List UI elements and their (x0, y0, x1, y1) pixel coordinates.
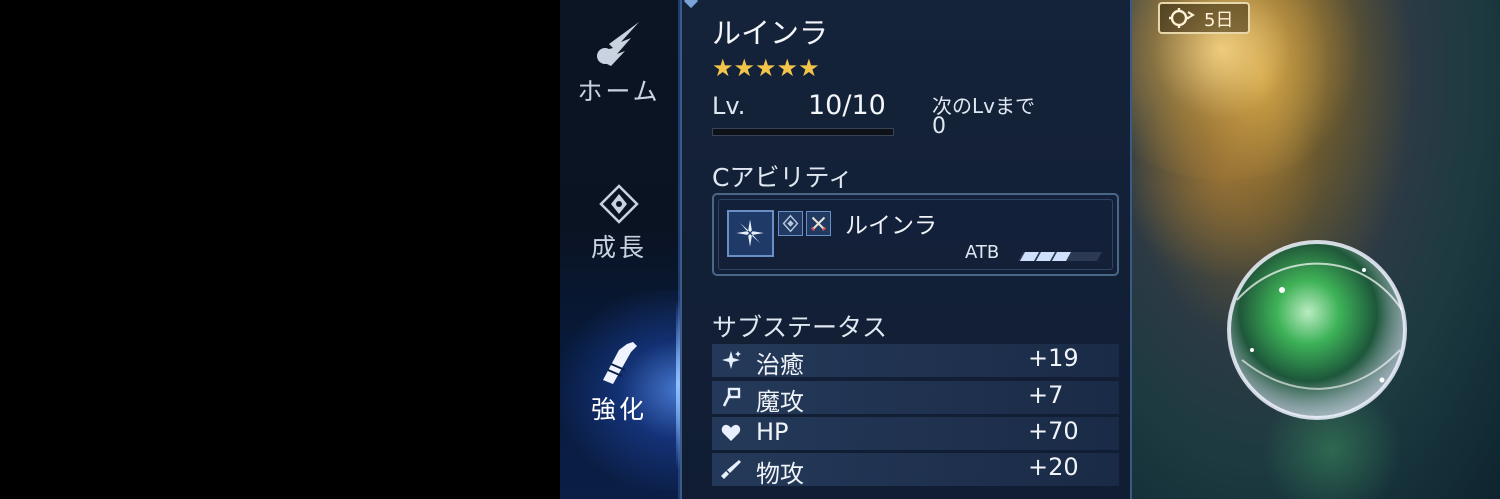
next-level-label: 次のLvまで (932, 94, 1035, 118)
stat-name: 物攻 (756, 460, 804, 488)
sword-icon (721, 460, 741, 479)
stat-value: +70 (1028, 417, 1079, 445)
stat-value: +20 (1028, 453, 1079, 481)
level-progress-fill (713, 129, 893, 135)
sub-status-header: サブステータス (712, 313, 888, 342)
stat-row-physical-attack: 物攻 +20 (712, 453, 1119, 488)
gear-clock-icon (1169, 8, 1195, 28)
crossed-swords-icon (806, 211, 831, 236)
weapon-name: ルインラ (712, 16, 829, 50)
level-progress-bar (712, 128, 894, 136)
c-ability-name: ルインラ (845, 213, 937, 239)
staff-icon (722, 387, 741, 407)
stat-row-hp: HP +70 (712, 417, 1119, 450)
stat-row-heal: 治癒 +19 (712, 344, 1119, 379)
heart-icon (721, 424, 741, 441)
stat-value: +7 (1028, 381, 1064, 409)
stat-value: +19 (1028, 344, 1079, 372)
buster-sword-icon (603, 342, 637, 384)
event-days-remaining: 5日 (1204, 10, 1234, 31)
next-level-value: 0 (932, 114, 946, 139)
ruin-spell-icon (727, 210, 774, 257)
nav-item-growth[interactable]: 成長 (560, 184, 678, 264)
stat-name: HP (756, 418, 789, 446)
meteor-icon (597, 22, 639, 66)
level-label: Lv. (712, 92, 746, 120)
letterbox-left (0, 0, 560, 499)
growth-diamond-icon (599, 184, 639, 224)
stat-name: 治癒 (756, 351, 804, 379)
atb-cost-gauge (1018, 252, 1102, 261)
rarity-stars: ★★★★★ (712, 54, 820, 82)
materia-orb (1227, 240, 1407, 420)
materia-preview-scene (1132, 0, 1500, 499)
side-nav: ホーム 成長 強化 (560, 0, 680, 499)
nav-item-enhance[interactable]: 強化 (560, 340, 678, 426)
nav-label-enhance: 強化 (590, 395, 647, 424)
magic-type-icon (778, 211, 803, 236)
nav-label-home: ホーム (577, 77, 661, 106)
atb-label: ATB (965, 242, 1000, 263)
nav-item-home[interactable]: ホーム (560, 20, 678, 108)
c-ability-header: Cアビリティ (712, 163, 853, 192)
sparkle-icon (722, 351, 741, 369)
stat-row-magic-attack: 魔攻 +7 (712, 381, 1119, 416)
nav-label-growth: 成長 (590, 233, 647, 262)
level-value: 10/10 (808, 90, 886, 121)
stat-name: 魔攻 (756, 388, 804, 416)
